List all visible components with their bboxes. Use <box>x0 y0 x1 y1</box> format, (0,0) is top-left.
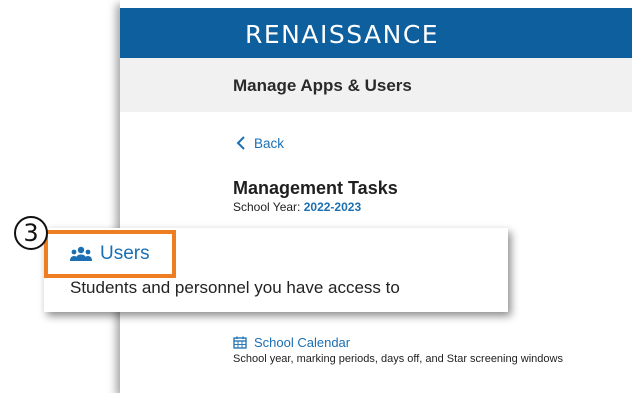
school-year-label: School Year: <box>233 200 301 214</box>
users-label: Users <box>100 243 150 264</box>
back-link[interactable]: Back <box>234 135 284 151</box>
calendar-icon <box>233 336 247 349</box>
page-subheader: Manage Apps & Users <box>120 58 632 112</box>
brand-header: RENAISSANCE <box>120 8 632 58</box>
app-screenshot: RENAISSANCE Manage Apps & Users Back Man… <box>120 0 632 393</box>
renaissance-logo: RENAISSANCE <box>245 20 440 49</box>
users-link[interactable]: Users <box>44 230 176 278</box>
school-calendar-description: School year, marking periods, days off, … <box>233 353 563 365</box>
school-year-line: School Year: 2022-2023 <box>233 200 361 214</box>
management-tasks-heading: Management Tasks <box>233 178 398 198</box>
page-title: Manage Apps & Users <box>233 76 412 95</box>
users-description: Students and personnel you have access t… <box>70 278 400 297</box>
chevron-left-icon <box>236 136 245 150</box>
school-calendar-label: School Calendar <box>254 335 351 350</box>
school-calendar-link[interactable]: School Calendar <box>233 335 350 350</box>
step-number-badge: 3 <box>14 216 48 250</box>
users-group-icon <box>70 246 92 261</box>
zoom-callout: Users Students and personnel you have ac… <box>44 228 508 312</box>
back-label: Back <box>254 135 285 151</box>
school-year-value[interactable]: 2022-2023 <box>304 200 361 214</box>
